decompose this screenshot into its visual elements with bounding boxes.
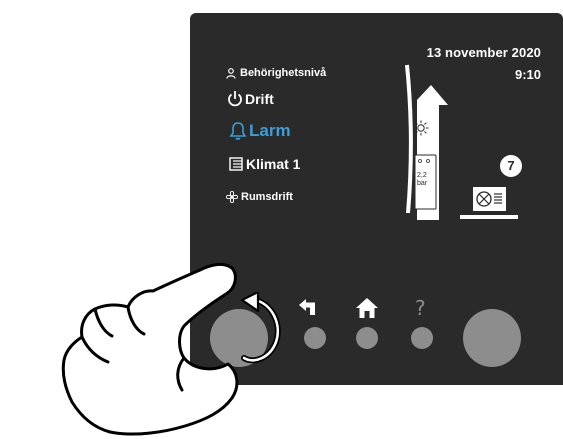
screen: 13 november 2020 9:10 Behörighetsnivå Dr… xyxy=(0,0,563,439)
hand-icon xyxy=(61,262,239,436)
rotate-icon xyxy=(240,292,281,364)
